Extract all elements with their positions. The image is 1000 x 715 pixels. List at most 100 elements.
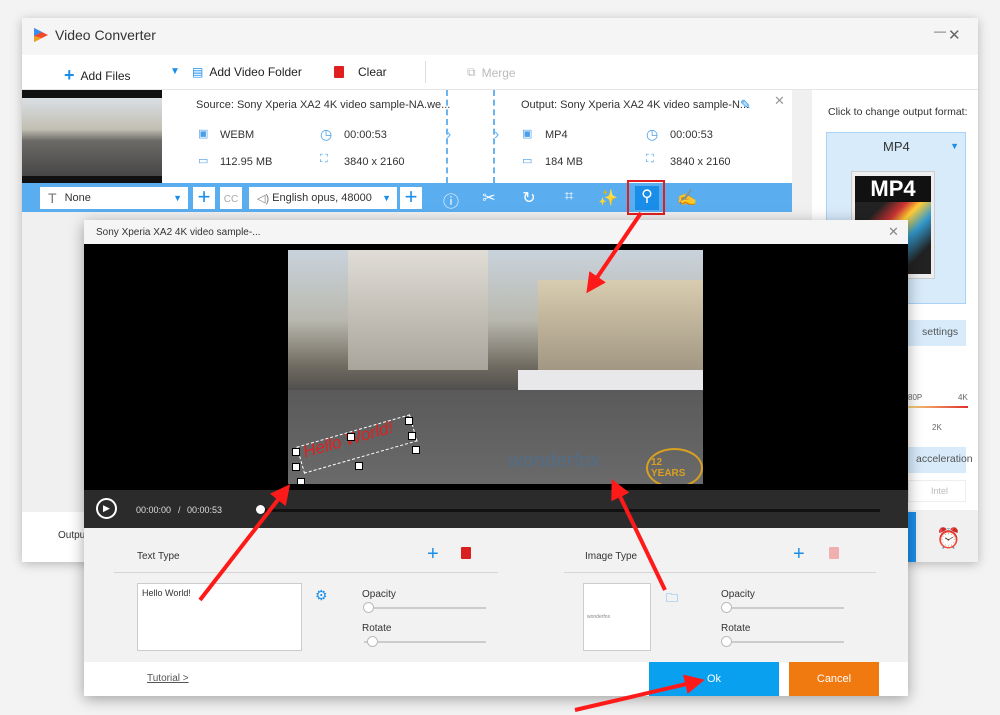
- resize-handle[interactable]: [292, 448, 300, 456]
- open-folder-icon[interactable]: 🗀: [666, 589, 678, 610]
- source-resolution: 3840 x 2160: [344, 156, 405, 168]
- image-type-label: Image Type: [585, 551, 638, 562]
- play-button[interactable]: ▶: [96, 498, 117, 519]
- trash-icon: [334, 66, 344, 78]
- playback-controls: ▶ 00:00:00 / 00:00:53: [84, 490, 908, 528]
- image-rotate-label: Rotate: [721, 623, 751, 634]
- source-size: 112.95 MB: [220, 156, 273, 168]
- audio-track-select[interactable]: ◁) English opus, 48000 ▼: [249, 187, 397, 209]
- resize-handle[interactable]: [408, 432, 416, 440]
- divider: [425, 61, 426, 83]
- source-format: WEBM: [220, 129, 255, 141]
- edit-toolbar: T None ▼ + CC ◁) English opus, 48000 ▼ + ⓘ ✂…: [22, 180, 792, 215]
- add-folder-label: Add Video Folder: [209, 65, 302, 79]
- effects-wand-icon[interactable]: ✨: [597, 188, 619, 208]
- minimize-button[interactable]: —: [934, 24, 946, 38]
- scissors-icon[interactable]: ✂: [478, 188, 500, 208]
- format-icon: ▣: [522, 128, 533, 140]
- video-preview: Hello World! wonderfox 12 YEARS: [84, 244, 908, 490]
- crop-icon[interactable]: ⌗: [558, 188, 580, 206]
- text-opacity-label: Opacity: [362, 589, 396, 600]
- merge-button[interactable]: ⧉ Merge: [467, 65, 516, 80]
- text-opacity-slider[interactable]: [364, 607, 486, 609]
- app-title: Video Converter: [55, 27, 156, 43]
- dialog-close-button[interactable]: ✕: [888, 224, 899, 240]
- seek-handle[interactable]: [256, 505, 265, 514]
- arrow-right-icon: ›: [446, 126, 452, 143]
- source-name: Source: Sony Xperia XA2 4K video sample-…: [196, 99, 451, 111]
- image-preview[interactable]: wonderfox: [583, 583, 651, 651]
- resize-handle[interactable]: [292, 463, 300, 471]
- resize-handle[interactable]: [405, 417, 413, 425]
- add-files-button[interactable]: + Add Files: [64, 65, 131, 86]
- format-icon: ▣: [198, 128, 209, 140]
- resize-handle[interactable]: [355, 462, 363, 470]
- image-rotate-slider[interactable]: [724, 641, 844, 643]
- add-files-label: Add Files: [80, 68, 131, 83]
- total-time: 00:00:53: [187, 505, 223, 515]
- file-size-icon: ▭: [198, 155, 209, 167]
- output-duration: 00:00:53: [670, 129, 713, 141]
- rotate-icon[interactable]: ↻: [518, 188, 540, 208]
- output-format-label: Click to change output format:: [828, 106, 968, 118]
- clock-icon: ◷: [320, 126, 333, 142]
- clock-icon: ◷: [646, 126, 659, 142]
- chevron-down-icon: ▼: [382, 193, 391, 203]
- text-type-label: Text Type: [137, 551, 180, 562]
- video-thumbnail[interactable]: [22, 90, 162, 183]
- delete-text-button[interactable]: [461, 547, 471, 559]
- slider-knob[interactable]: [367, 636, 378, 647]
- resolution-icon: ⛶: [320, 153, 328, 165]
- file-item[interactable]: Source: Sony Xperia XA2 4K video sample-…: [22, 90, 792, 183]
- text-rotate-slider[interactable]: [364, 641, 486, 643]
- audio-value: English opus, 48000: [272, 192, 372, 204]
- watermark-text-input[interactable]: Hello World!: [137, 583, 302, 651]
- add-audio-button[interactable]: +: [400, 186, 422, 209]
- output-resolution: 3840 x 2160: [670, 156, 731, 168]
- cancel-button[interactable]: Cancel: [789, 662, 879, 696]
- seek-bar[interactable]: [260, 509, 880, 512]
- speaker-icon: ◁): [257, 192, 270, 205]
- chevron-down-icon: ▼: [173, 193, 182, 203]
- title-bar: Video Converter — ✕: [22, 18, 978, 55]
- app-logo-icon: [34, 28, 48, 42]
- watermark-stamp-icon[interactable]: ⚲: [635, 186, 659, 210]
- slider-knob[interactable]: [721, 636, 732, 647]
- cc-button[interactable]: CC: [220, 187, 242, 209]
- image-opacity-slider[interactable]: [724, 607, 844, 609]
- years-badge: 12 YEARS: [646, 448, 703, 484]
- metadata-edit-icon[interactable]: ✍: [676, 188, 698, 208]
- resize-handle[interactable]: [297, 478, 305, 484]
- ok-button[interactable]: Ok: [649, 662, 779, 696]
- delete-image-button[interactable]: [829, 547, 839, 559]
- edit-pencil-icon[interactable]: ✎: [740, 97, 751, 113]
- subtitle-select[interactable]: T None ▼: [40, 187, 188, 209]
- intel-option[interactable]: Intel: [908, 480, 966, 502]
- slider-knob[interactable]: [363, 602, 374, 613]
- output-label: Outpu: [58, 530, 86, 541]
- wonderfox-logo-watermark[interactable]: wonderfox: [508, 450, 600, 473]
- info-icon[interactable]: ⓘ: [440, 188, 462, 212]
- resize-handle[interactable]: [347, 433, 355, 441]
- image-opacity-label: Opacity: [721, 589, 755, 600]
- folder-icon: ▤: [192, 65, 204, 79]
- slider-knob[interactable]: [721, 602, 732, 613]
- dialog-title: Sony Xperia XA2 4K video sample-...: [84, 220, 908, 244]
- quality-slider[interactable]: [908, 406, 968, 408]
- add-image-button[interactable]: +: [793, 543, 805, 566]
- resize-handle[interactable]: [412, 446, 420, 454]
- add-text-button[interactable]: +: [427, 543, 439, 566]
- add-folder-button[interactable]: ▤ Add Video Folder: [192, 65, 302, 79]
- remove-file-icon[interactable]: ✕: [774, 93, 785, 109]
- clear-button[interactable]: Clear: [334, 65, 387, 79]
- alarm-clock-icon[interactable]: ⏰: [936, 526, 961, 551]
- output-name: Output: Sony Xperia XA2 4K video sample-…: [521, 99, 750, 111]
- tutorial-link[interactable]: Tutorial >: [147, 673, 189, 684]
- add-subtitle-button[interactable]: +: [193, 186, 215, 209]
- output-format: MP4: [545, 129, 568, 141]
- add-files-dropdown-icon[interactable]: ▼: [170, 66, 180, 77]
- merge-label: Merge: [481, 65, 516, 80]
- subtitle-value: None: [64, 192, 91, 204]
- text-settings-gear-icon[interactable]: ⚙: [315, 587, 328, 604]
- close-window-button[interactable]: ✕: [948, 26, 961, 44]
